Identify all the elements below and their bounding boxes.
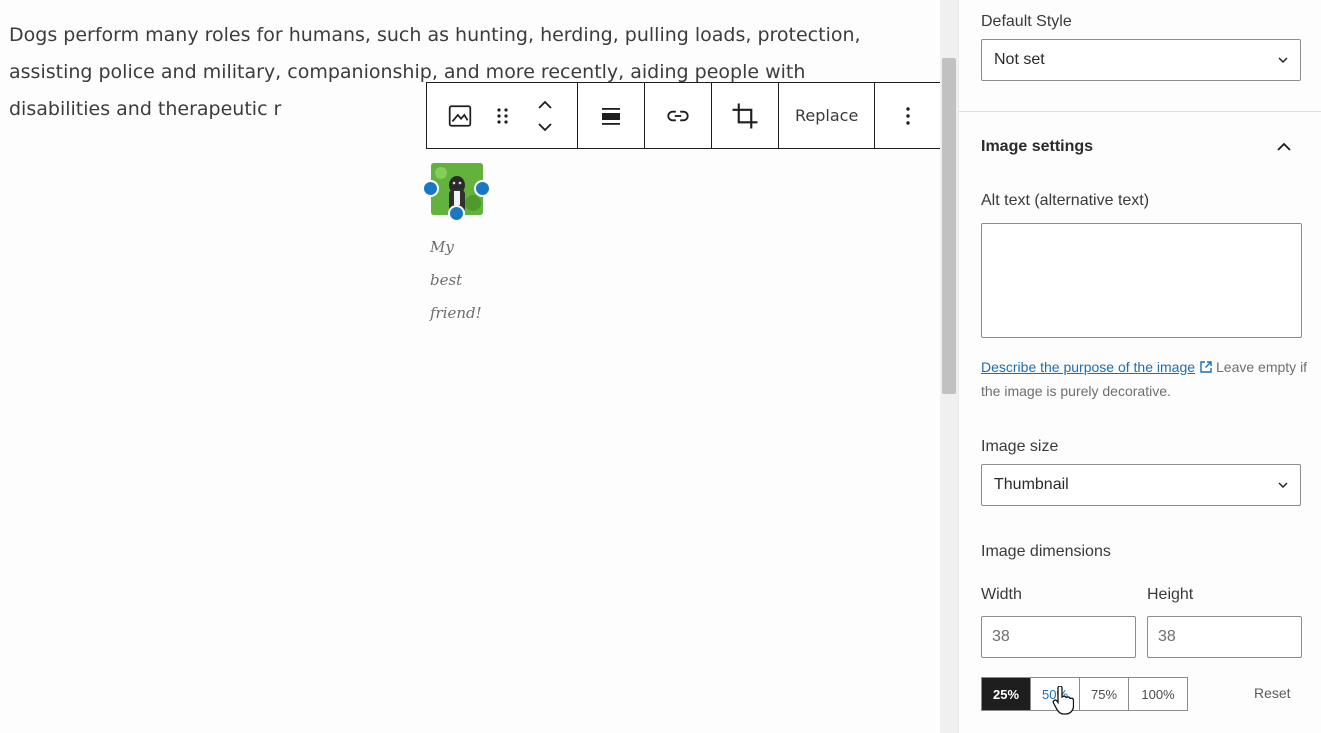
- settings-sidebar: Default Style Not set Image settings Alt…: [958, 0, 1321, 733]
- describe-purpose-link[interactable]: Describe the purpose of the image: [981, 359, 1195, 375]
- caption-line: friend!: [430, 304, 482, 322]
- height-input[interactable]: 38: [1147, 616, 1302, 658]
- scale-25-button[interactable]: 25%: [982, 678, 1031, 710]
- caption-line: My: [430, 238, 454, 256]
- editor-canvas: Dogs perform many roles for humans, such…: [0, 0, 946, 733]
- move-up-down-icon: [538, 100, 552, 131]
- image-block[interactable]: [422, 163, 491, 222]
- crop-icon: [732, 103, 758, 128]
- crop-button[interactable]: [712, 83, 778, 148]
- width-input[interactable]: 38: [981, 616, 1136, 658]
- hand-cursor-icon: [1052, 686, 1074, 715]
- image-settings-toggle[interactable]: [1271, 134, 1297, 160]
- scale-75-button[interactable]: 75%: [1080, 678, 1129, 710]
- image-caption[interactable]: My best friend!: [430, 231, 520, 330]
- chevron-down-icon: [1278, 57, 1288, 63]
- resize-handle-bottom[interactable]: [448, 205, 465, 222]
- default-style-label: Default Style: [981, 13, 1072, 30]
- alt-text-help: Describe the purpose of the image Leave …: [981, 355, 1311, 403]
- more-options-button[interactable]: [875, 83, 941, 148]
- more-vertical-icon: [906, 106, 910, 125]
- toolbar-group-more: [875, 83, 941, 148]
- image-dimensions-label: Image dimensions: [981, 543, 1111, 560]
- image-icon: [448, 104, 472, 127]
- toolbar-group-crop: [712, 83, 779, 148]
- editor-scrollbar-thumb[interactable]: [942, 58, 956, 394]
- toolbar-group-block: [427, 83, 578, 148]
- image-size-value: Thumbnail: [994, 476, 1069, 493]
- scale-percent-group: 25% 50% 75% 100%: [981, 677, 1188, 711]
- toolbar-group-replace: Replace: [779, 83, 876, 148]
- width-label: Width: [981, 586, 1022, 603]
- alt-text-field[interactable]: [981, 223, 1302, 338]
- external-link-icon: [1200, 361, 1212, 373]
- block-toolbar: Replace: [426, 82, 946, 149]
- alt-text-label: Alt text (alternative text): [981, 192, 1150, 209]
- height-label: Height: [1147, 586, 1194, 603]
- panel-divider: [959, 111, 1321, 112]
- reset-dimensions-button[interactable]: Reset: [1254, 685, 1291, 701]
- align-button[interactable]: [578, 83, 644, 148]
- drag-handle-icon: [497, 107, 508, 124]
- toolbar-group-align: [578, 83, 645, 148]
- drag-handle[interactable]: [493, 83, 513, 148]
- move-up-down-button[interactable]: [513, 83, 577, 148]
- image-settings-title[interactable]: Image settings: [981, 138, 1093, 156]
- image-size-label: Image size: [981, 438, 1059, 455]
- caption-line: best: [430, 271, 463, 289]
- toolbar-group-link: [645, 83, 712, 148]
- scale-100-button[interactable]: 100%: [1129, 678, 1187, 710]
- default-style-select[interactable]: Not set: [981, 39, 1301, 81]
- default-style-value: Not set: [994, 51, 1045, 68]
- replace-button[interactable]: Replace: [779, 83, 874, 148]
- chevron-up-icon: [1277, 142, 1291, 151]
- image-block-button[interactable]: [427, 83, 493, 148]
- image-size-select[interactable]: Thumbnail: [981, 464, 1301, 506]
- resize-handle-left[interactable]: [422, 180, 439, 197]
- link-button[interactable]: [645, 83, 711, 148]
- resize-handle-right[interactable]: [474, 180, 491, 197]
- link-icon: [667, 110, 689, 121]
- chevron-down-icon: [1278, 482, 1288, 488]
- align-icon: [602, 107, 620, 125]
